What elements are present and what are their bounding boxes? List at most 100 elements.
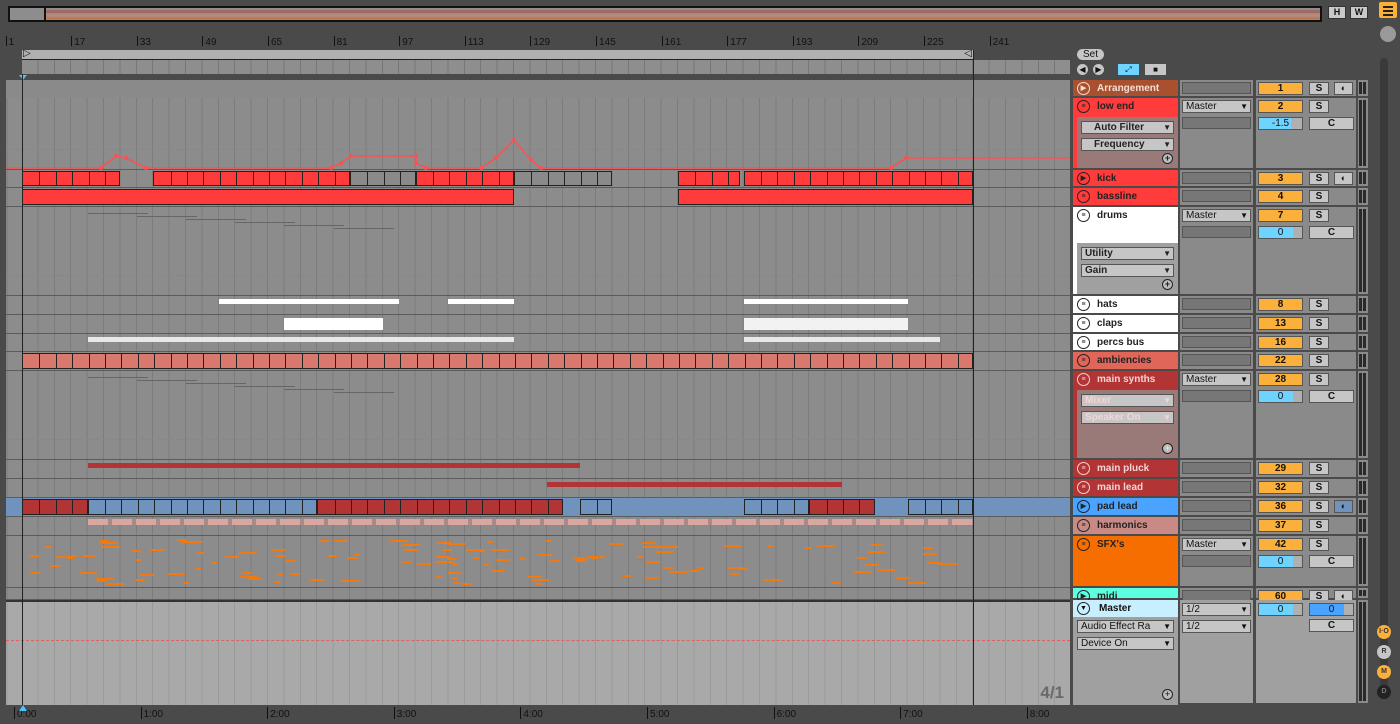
track-lane-drums[interactable]	[6, 207, 1070, 296]
track-header-claps[interactable]: ≡ claps	[1073, 315, 1178, 334]
play-icon[interactable]: ▶	[1077, 500, 1090, 513]
track-name[interactable]: SFX's	[1097, 539, 1124, 550]
device-chooser[interactable]: Auto Filter	[1081, 121, 1174, 134]
solo-button[interactable]: S	[1309, 481, 1329, 494]
routing-field[interactable]	[1182, 172, 1251, 184]
play-icon[interactable]: ▶	[1077, 172, 1090, 185]
bar-ruler[interactable]: 1 17 33 49 65 81 97 113 129 145 161 177 193 209 225 241	[0, 36, 1070, 50]
clip[interactable]	[317, 499, 564, 515]
monitor-icon[interactable]: ◐	[1334, 82, 1353, 95]
track-activator-16[interactable]: 16	[1258, 336, 1303, 349]
volume-slider[interactable]: -1.5	[1258, 117, 1303, 130]
pause-icon[interactable]	[1380, 26, 1396, 42]
track-header-midi[interactable]: ▶ midi	[1073, 588, 1178, 603]
track-name[interactable]: Arrangement	[1097, 83, 1159, 94]
play-icon[interactable]: ▶	[1077, 82, 1090, 95]
master-out[interactable]: 1/2	[1182, 620, 1251, 633]
next-locator-icon[interactable]: ▶	[1093, 64, 1104, 75]
track-activator-29[interactable]: 29	[1258, 462, 1303, 475]
master-cue-out[interactable]: 1/2	[1182, 603, 1251, 616]
track-header-pad-lead[interactable]: ▶ pad lead	[1073, 498, 1178, 517]
track-name[interactable]: kick	[1097, 173, 1116, 184]
automation-breakpoint[interactable]	[512, 138, 516, 142]
parameter-chooser[interactable]: Speaker On	[1081, 411, 1174, 424]
track-name[interactable]: hats	[1097, 299, 1118, 310]
side-button-r[interactable]: R	[1377, 645, 1391, 659]
group-icon[interactable]: ≡	[1077, 354, 1090, 367]
pan-knob[interactable]: C	[1309, 555, 1354, 568]
track-lane-pad-lead[interactable]	[6, 498, 1070, 517]
track-lane-hats[interactable]	[6, 296, 1070, 315]
track-activator-8[interactable]: 8	[1258, 298, 1303, 311]
output-routing[interactable]: Master	[1182, 209, 1251, 222]
solo-button[interactable]: S	[1309, 317, 1329, 330]
clip[interactable]	[350, 171, 416, 186]
solo-button[interactable]: S	[1309, 519, 1329, 532]
follow-icon[interactable]: ⤢	[1118, 64, 1139, 75]
track-activator-2[interactable]: 2	[1258, 100, 1303, 113]
menu-icon[interactable]	[1379, 2, 1397, 18]
solo-button[interactable]: S	[1309, 298, 1329, 311]
track-lane-midi[interactable]	[6, 588, 1070, 600]
clip[interactable]	[87, 337, 514, 342]
routing-field[interactable]	[1182, 462, 1251, 474]
side-button-d[interactable]: D	[1377, 685, 1391, 699]
master-device-chooser[interactable]: Audio Effect Ra	[1077, 620, 1174, 633]
clip[interactable]	[743, 318, 908, 330]
solo-button[interactable]: S	[1309, 209, 1329, 222]
automation-curve[interactable]	[6, 138, 1070, 169]
track-activator-4[interactable]: 4	[1258, 190, 1303, 203]
master-track-header[interactable]: ▼ Master Audio Effect Ra Device On +	[1073, 600, 1178, 705]
output-routing[interactable]: Master	[1182, 538, 1251, 551]
monitor-icon[interactable]: ◐	[1334, 172, 1353, 185]
track-lane-harmonics[interactable]	[6, 517, 1070, 536]
track-header-bassline[interactable]: ≡ bassline	[1073, 188, 1178, 207]
group-icon[interactable]: ≡	[1077, 100, 1090, 113]
track-header-main-pluck[interactable]: ≡ main pluck	[1073, 460, 1178, 479]
clip[interactable]	[612, 482, 842, 487]
output-channel[interactable]	[1182, 117, 1251, 129]
automation-breakpoint[interactable]	[124, 156, 128, 160]
automation-breakpoint[interactable]	[114, 154, 118, 158]
loop-brace[interactable]: ▷ ◁	[22, 48, 973, 60]
clip[interactable]	[546, 482, 613, 487]
track-activator-13[interactable]: 13	[1258, 317, 1303, 330]
group-icon[interactable]: ≡	[1077, 317, 1090, 330]
routing-field[interactable]	[1182, 317, 1251, 329]
side-button-m[interactable]: M	[1377, 665, 1391, 679]
solo-button[interactable]: S	[1309, 538, 1329, 551]
track-activator-1[interactable]: 1	[1258, 82, 1303, 95]
add-lane-icon[interactable]: +	[1162, 153, 1173, 164]
group-icon[interactable]: ≡	[1077, 190, 1090, 203]
track-lane-claps[interactable]	[6, 315, 1070, 334]
track-header-sfx-s[interactable]: ≡ SFX's	[1073, 536, 1178, 588]
track-lane-main-lead[interactable]	[6, 479, 1070, 498]
track-header-arrangement[interactable]: ▶ Arrangement	[1073, 80, 1178, 98]
routing-field[interactable]	[1182, 298, 1251, 310]
device-chooser[interactable]: Utility	[1081, 247, 1174, 260]
clip[interactable]	[153, 171, 350, 186]
track-lane-bassline[interactable]	[6, 188, 1070, 207]
automation-breakpoint[interactable]	[414, 154, 418, 158]
clip[interactable]	[22, 353, 974, 369]
track-header-low-end[interactable]: ≡ low end Auto Filter Frequency +	[1073, 98, 1178, 170]
track-header-main-lead[interactable]: ≡ main lead	[1073, 479, 1178, 498]
solo-button[interactable]: S	[1309, 354, 1329, 367]
automation-breakpoint[interactable]	[424, 166, 428, 170]
track-lane-percs-bus[interactable]	[6, 334, 1070, 352]
hide-overview-button[interactable]: H	[1328, 6, 1346, 19]
automation-breakpoint[interactable]	[349, 154, 353, 158]
automation-breakpoint[interactable]	[539, 166, 543, 170]
loop-end-icon[interactable]: ◁	[964, 48, 972, 59]
clip[interactable]	[87, 499, 318, 515]
output-routing[interactable]: Master	[1182, 373, 1251, 386]
playhead-marker-icon[interactable]	[19, 705, 27, 711]
track-activator-42[interactable]: 42	[1258, 538, 1303, 551]
set-button[interactable]: Set	[1077, 49, 1104, 60]
parameter-chooser[interactable]: Gain	[1081, 264, 1174, 277]
automation-breakpoint[interactable]	[479, 166, 483, 170]
clip[interactable]	[743, 499, 810, 515]
solo-button[interactable]: S	[1309, 373, 1329, 386]
clip[interactable]	[415, 171, 514, 186]
clip[interactable]	[218, 299, 400, 304]
